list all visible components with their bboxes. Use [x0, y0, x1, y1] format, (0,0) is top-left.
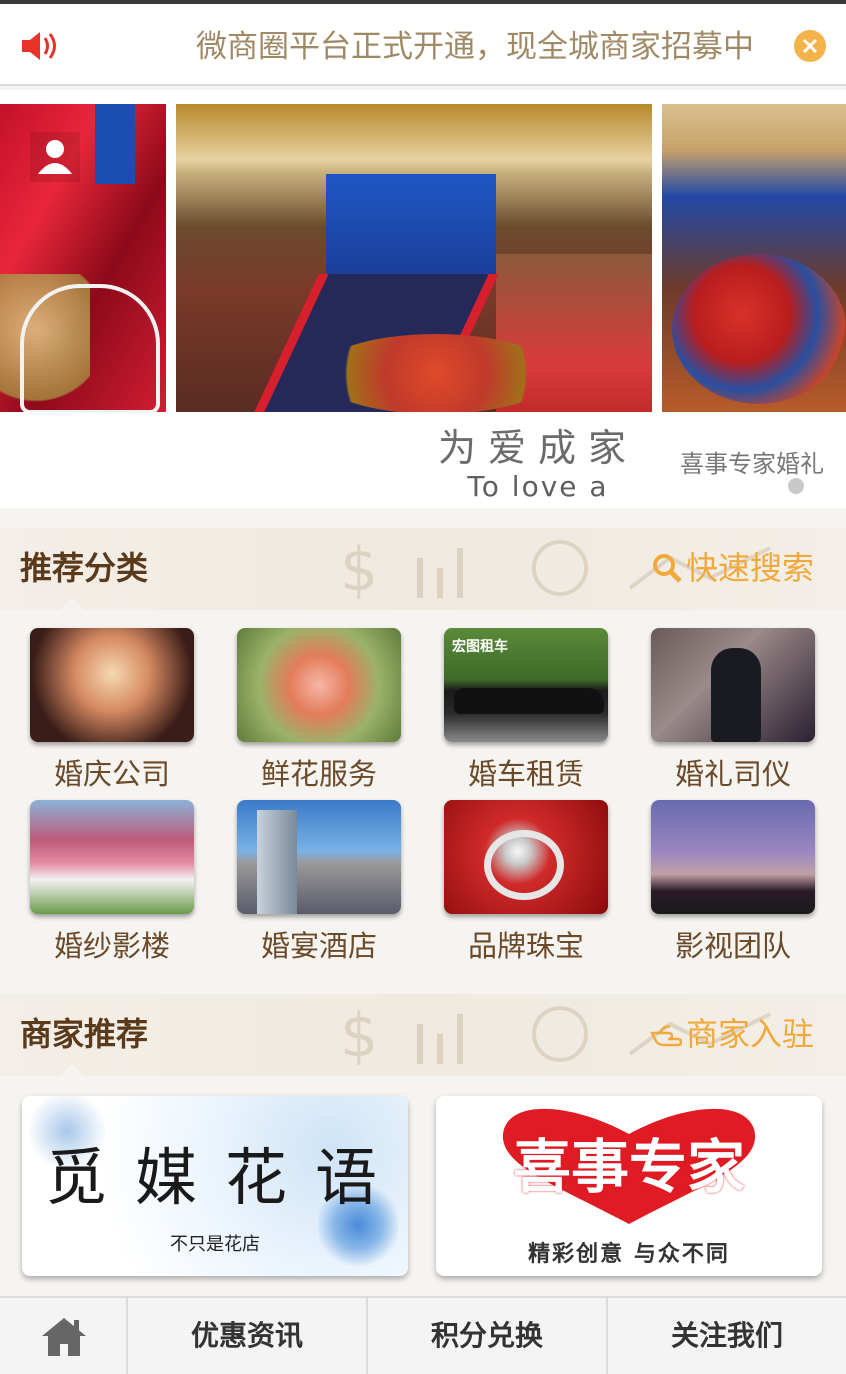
merchant-join-label: 商家入驻 — [685, 1015, 814, 1053]
category-flowers[interactable]: 鲜花服务 — [237, 628, 401, 792]
category-thumb[interactable] — [30, 628, 194, 742]
search-icon — [652, 554, 682, 583]
category-thumb[interactable] — [237, 628, 401, 742]
decor-flowers — [316, 334, 556, 412]
categories-header: $ 推荐分类 快速搜索 — [0, 528, 846, 610]
header-notch — [60, 598, 84, 610]
bottom-nav: 优惠资讯 积分兑换 关注我们 — [0, 1296, 846, 1374]
category-film-team[interactable]: 影视团队 — [651, 800, 815, 964]
merchants-header: $ 商家推荐 商家入驻 — [0, 994, 846, 1076]
category-thumb[interactable] — [651, 628, 815, 742]
decor-stage — [326, 174, 496, 274]
pointing-hand-icon — [649, 1025, 683, 1047]
nav-deals[interactable]: 优惠资讯 — [128, 1298, 368, 1374]
category-thumb[interactable] — [30, 800, 194, 914]
category-label: 影视团队 — [674, 929, 791, 963]
category-car-rental[interactable]: 宏图租车 婚车租赁 — [444, 628, 608, 792]
close-icon[interactable] — [794, 30, 826, 62]
category-host[interactable]: 婚礼司仪 — [651, 628, 815, 792]
nav-points-exchange[interactable]: 积分兑换 — [368, 1298, 608, 1374]
merchant-tagline: 精彩创意 与众不同 — [528, 1242, 730, 1267]
page: 微商圈平台正式开通，现全城商家招募中 为爱成家 To love a 喜事专家婚礼… — [0, 0, 846, 1374]
user-icon[interactable] — [30, 132, 80, 182]
category-label: 婚车租赁 — [467, 757, 584, 791]
slogan-cn: 为爱成家 — [437, 426, 638, 470]
quick-search-link[interactable]: 快速搜索 — [652, 548, 814, 588]
category-banquet-hotel[interactable]: 婚宴酒店 — [237, 800, 401, 964]
category-thumb[interactable]: 宏图租车 — [444, 628, 608, 742]
svg-text:$: $ — [340, 1001, 378, 1071]
category-label: 婚庆公司 — [53, 757, 170, 791]
category-label: 婚宴酒店 — [260, 929, 377, 963]
category-label: 婚礼司仪 — [674, 757, 791, 791]
merchant-tagline: 不只是花店 — [170, 1234, 260, 1255]
notice-text[interactable]: 微商圈平台正式开通，现全城商家招募中 — [196, 24, 774, 70]
home-icon — [42, 1318, 86, 1356]
banner-photo-birdcage[interactable] — [0, 104, 166, 412]
section-title: 推荐分类 — [20, 549, 149, 587]
merchant-logo-text: 觅媒花语 — [44, 1141, 405, 1214]
merchant-card[interactable]: 喜事专家 精彩创意 与众不同 — [436, 1096, 822, 1276]
car-shape — [454, 688, 604, 714]
nav-follow-us[interactable]: 关注我们 — [608, 1298, 846, 1374]
banner-side-text: 喜事专家婚礼 — [680, 450, 824, 478]
category-bridal-studio[interactable]: 婚纱影楼 — [30, 800, 194, 964]
quick-search-label: 快速搜索 — [685, 549, 814, 587]
speaker-icon — [20, 26, 60, 66]
nav-home[interactable] — [0, 1298, 128, 1374]
merchant-logo-text: 喜事专家 — [512, 1133, 745, 1201]
merchant-card[interactable]: 觅媒花语 不只是花店 — [22, 1096, 408, 1276]
svg-text:$: $ — [340, 535, 378, 605]
hotel-tower — [257, 810, 297, 914]
category-label: 鲜花服务 — [260, 757, 377, 791]
banner-slogan: 为爱成家 To love a family — [420, 426, 656, 508]
carousel-indicator[interactable] — [788, 478, 804, 494]
decor-ribbon — [95, 104, 135, 184]
thumb-caption: 宏图租车 — [452, 639, 508, 655]
decor-birdcage — [20, 284, 160, 412]
banner-carousel[interactable]: 为爱成家 To love a family 喜事专家婚礼 — [0, 90, 846, 508]
category-thumb[interactable] — [237, 800, 401, 914]
section-title: 商家推荐 — [20, 1015, 149, 1053]
ring-shape — [484, 830, 564, 900]
banner-photo-bouquet[interactable] — [662, 104, 846, 412]
header-notch — [60, 1064, 84, 1076]
host-silhouette — [711, 648, 761, 742]
category-wedding-company[interactable]: 婚庆公司 — [30, 628, 194, 792]
category-label: 婚纱影楼 — [53, 929, 170, 963]
category-thumb[interactable] — [651, 800, 815, 914]
category-jewelry[interactable]: 品牌珠宝 — [444, 800, 608, 964]
category-label: 品牌珠宝 — [467, 929, 584, 963]
category-thumb[interactable] — [444, 800, 608, 914]
slogan-en: To love a family — [467, 470, 609, 508]
merchant-join-link[interactable]: 商家入驻 — [649, 1014, 814, 1054]
banner-photo-hall[interactable] — [176, 104, 652, 412]
notice-bar: 微商圈平台正式开通，现全城商家招募中 — [0, 4, 846, 86]
decor-bouquet — [672, 254, 846, 404]
